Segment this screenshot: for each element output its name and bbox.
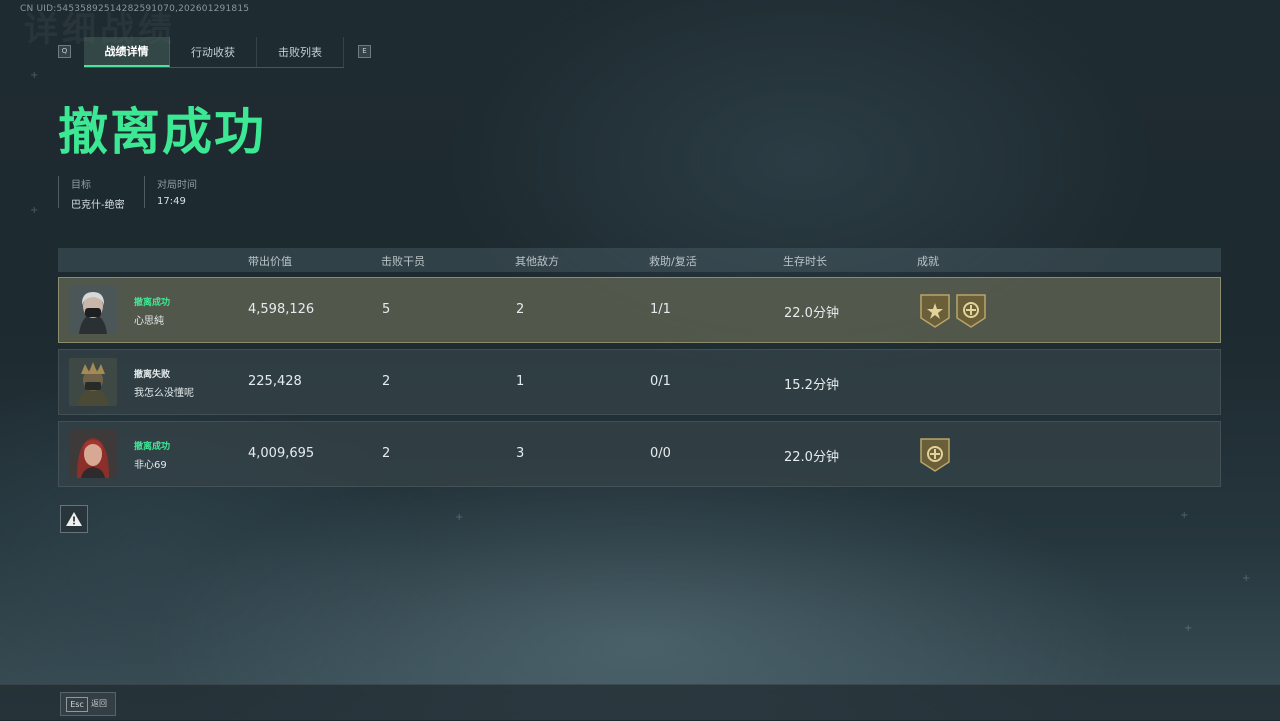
player-name: 我怎么没懂呢 (134, 388, 194, 399)
report-warning-button[interactable] (60, 505, 88, 533)
other-enemies: 3 (516, 446, 525, 461)
other-enemies: 1 (516, 374, 525, 389)
column-header: 击败干员 (381, 255, 425, 268)
operators-defeated: 2 (382, 374, 391, 389)
player-status: 撤离成功 (134, 442, 171, 452)
cross-medal-icon[interactable] (920, 438, 950, 472)
player-row[interactable]: 撤离成功 非心69 4,009,695 2 3 0/0 22.0分钟 (58, 421, 1221, 487)
assist-revive: 0/0 (650, 446, 671, 461)
survival-time: 15.2分钟 (784, 378, 839, 393)
back-label: 返回 (91, 699, 107, 708)
player-status: 撤离成功 (134, 298, 171, 308)
player-avatar (69, 358, 117, 406)
crosshair-decor: + (30, 205, 39, 216)
player-name: 心思純 (134, 316, 164, 327)
extracted-value: 225,428 (248, 374, 302, 389)
star-medal-icon[interactable] (920, 294, 950, 328)
column-header: 救助/复活 (649, 255, 697, 268)
extracted-value: 4,009,695 (248, 446, 315, 461)
column-header: 生存时长 (783, 255, 827, 268)
survival-time: 22.0分钟 (784, 450, 839, 465)
crosshair-decor: + (1242, 573, 1251, 584)
player-row[interactable]: 撤离失败 我怎么没懂呢 225,428 2 1 0/1 15.2分钟 (58, 349, 1221, 415)
player-avatar (69, 286, 117, 334)
meta-value: 17:49 (157, 196, 186, 207)
assist-revive: 1/1 (650, 302, 671, 317)
operators-defeated: 2 (382, 446, 391, 461)
meta-match-time: 对局时间 17:49 (144, 176, 197, 208)
crosshair-decor: + (455, 512, 464, 523)
tab-bar: 战绩详情 行动收获 击败列表 (84, 37, 344, 68)
player-name: 非心69 (134, 460, 167, 471)
esc-key-hint: Esc (66, 697, 88, 712)
column-header: 其他敌方 (515, 255, 559, 268)
meta-value: 巴克什-绝密 (71, 200, 125, 211)
meta-label: 对局时间 (157, 180, 197, 191)
q-key-hint[interactable]: Q (58, 45, 71, 58)
extraction-result-title: 撤离成功 (58, 103, 266, 161)
e-key-hint[interactable]: E (358, 45, 371, 58)
player-row[interactable]: 撤离成功 心思純 4,598,126 5 2 1/1 22.0分钟 (58, 277, 1221, 343)
operators-defeated: 5 (382, 302, 391, 317)
column-header: 带出价值 (248, 255, 292, 268)
survival-time: 22.0分钟 (784, 306, 839, 321)
tab-combat-details[interactable]: 战绩详情 (84, 37, 170, 67)
tab-kill-list[interactable]: 击败列表 (257, 37, 344, 67)
table-header: 带出价值 击败干员 其他敌方 救助/复活 生存时长 成就 (58, 248, 1221, 272)
column-header: 成就 (917, 255, 939, 268)
crosshair-decor: + (1184, 623, 1193, 634)
player-avatar (69, 430, 117, 478)
meta-label: 目标 (71, 180, 91, 191)
other-enemies: 2 (516, 302, 525, 317)
bottom-bar (0, 684, 1280, 721)
meta-target: 目标 巴克什-绝密 (58, 176, 125, 211)
crosshair-decor: + (1180, 510, 1189, 521)
back-button[interactable]: Esc 返回 (60, 692, 116, 716)
crosshair-decor: + (30, 70, 39, 81)
player-status: 撤离失败 (134, 370, 171, 380)
warning-icon (66, 512, 82, 526)
tab-operation-loot[interactable]: 行动收获 (170, 37, 257, 67)
assist-revive: 0/1 (650, 374, 671, 389)
cross-medal-icon[interactable] (956, 294, 986, 328)
extracted-value: 4,598,126 (248, 302, 315, 317)
